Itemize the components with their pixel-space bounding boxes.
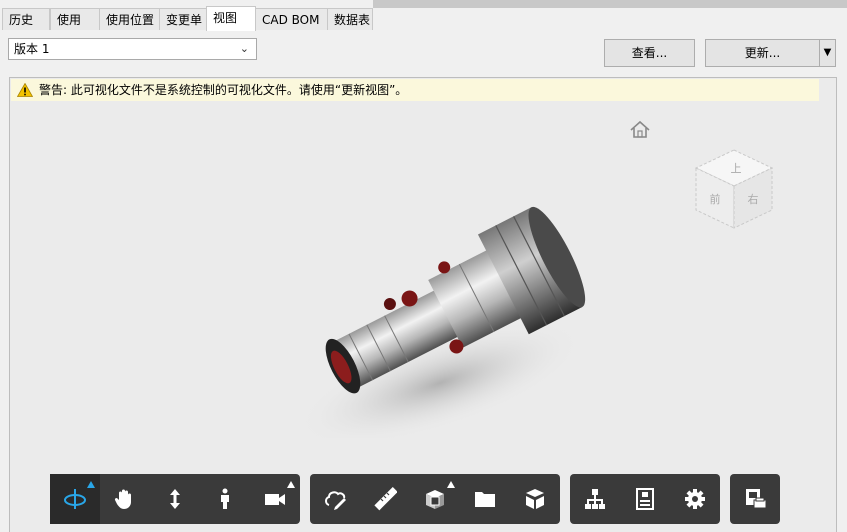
pan-icon	[114, 489, 131, 509]
orbit-tool[interactable]	[50, 474, 100, 524]
cube-face-right[interactable]: 右	[748, 192, 759, 206]
warning-text: 警告: 此可视化文件不是系统控制的可视化文件。请使用“更新视图”。	[39, 83, 408, 97]
walk-tool[interactable]	[200, 474, 250, 524]
engine-model[interactable]	[280, 188, 610, 438]
warning-icon	[17, 83, 33, 97]
navigation-toolbar	[50, 474, 300, 524]
tab-bar-fill	[373, 0, 847, 8]
view-cube[interactable]: 上 前 右	[694, 148, 774, 230]
tab-change-order[interactable]: 变更单	[159, 8, 207, 30]
model-tree-tool[interactable]	[570, 474, 620, 524]
explode-tool[interactable]	[510, 474, 560, 524]
camera-tool[interactable]	[250, 474, 300, 524]
tab-where-used[interactable]: 使用位置	[99, 8, 160, 30]
tab-datasheet[interactable]: 数据表	[327, 8, 373, 30]
camera-icon	[265, 494, 285, 505]
tab-view[interactable]: 视图	[206, 6, 256, 31]
update-button[interactable]: 更新...	[705, 39, 820, 67]
cube-face-front[interactable]: 前	[710, 192, 721, 206]
print-tool[interactable]	[730, 474, 780, 524]
section-submenu-indicator	[447, 481, 455, 488]
properties-icon	[636, 488, 654, 510]
info-toolbar	[570, 474, 720, 524]
view-button[interactable]: 查看...	[604, 39, 695, 67]
model-tree-icon	[585, 489, 605, 509]
home-icon[interactable]	[629, 120, 651, 140]
properties-tool[interactable]	[620, 474, 670, 524]
pan-tool[interactable]	[100, 474, 150, 524]
tools-toolbar	[310, 474, 560, 524]
measure-icon	[374, 487, 397, 511]
orbit-submenu-indicator	[87, 481, 95, 488]
markup-tool[interactable]	[310, 474, 360, 524]
caret-down-icon: ▼	[823, 47, 832, 58]
version-select[interactable]: 版本 1 ⌄	[8, 38, 257, 60]
markup-icon	[325, 491, 346, 510]
settings-icon	[685, 489, 705, 509]
orbit-icon	[64, 489, 86, 509]
tab-bar: 历史 使用 使用位置 变更单 视图 CAD BOM 数据表	[0, 0, 847, 31]
3d-viewer[interactable]: 警告: 此可视化文件不是系统控制的可视化文件。请使用“更新视图”。 上 前 右	[9, 77, 837, 532]
section-box-tool[interactable]	[410, 474, 460, 524]
print-icon	[746, 489, 767, 509]
explode-icon	[526, 489, 544, 509]
tab-usage[interactable]: 使用	[50, 8, 100, 30]
section-box-icon	[426, 490, 444, 509]
settings-tool[interactable]	[670, 474, 720, 524]
tab-history[interactable]: 历史	[2, 8, 50, 30]
print-toolbar	[730, 474, 780, 524]
update-dropdown-button[interactable]: ▼	[819, 39, 836, 67]
folder-tool[interactable]	[460, 474, 510, 524]
measure-tool[interactable]	[360, 474, 410, 524]
walk-icon	[221, 488, 229, 509]
warning-banner: 警告: 此可视化文件不是系统控制的可视化文件。请使用“更新视图”。	[11, 79, 819, 101]
zoom-icon	[170, 489, 180, 509]
chevron-down-icon: ⌄	[239, 42, 249, 55]
camera-submenu-indicator	[287, 481, 295, 488]
tab-cad-bom[interactable]: CAD BOM	[255, 8, 328, 30]
zoom-tool[interactable]	[150, 474, 200, 524]
cube-face-top[interactable]: 上	[731, 162, 742, 175]
folder-icon	[475, 492, 495, 507]
version-select-value: 版本 1	[14, 42, 50, 56]
